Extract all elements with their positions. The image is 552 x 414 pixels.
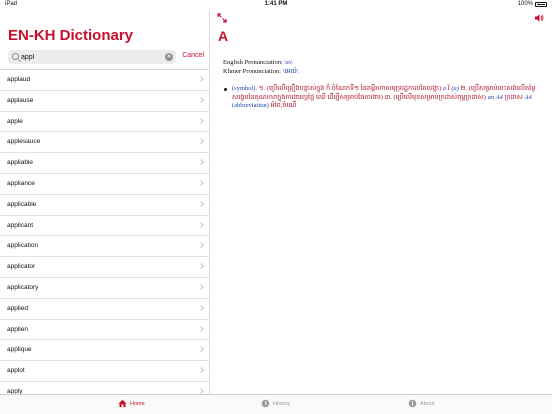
word-label: applicator bbox=[7, 263, 36, 271]
example-text: A4 bbox=[524, 93, 532, 101]
history-icon bbox=[261, 399, 270, 408]
list-item[interactable]: applicator bbox=[0, 256, 209, 277]
word-list-pane: EN-KH Dictionary ✕ Cancel applaud applau… bbox=[0, 10, 210, 394]
word-label: applicable bbox=[7, 200, 37, 208]
chevron-right-icon bbox=[198, 346, 204, 353]
word-label: applied bbox=[7, 304, 28, 312]
app-title: EN-KH Dictionary bbox=[8, 27, 134, 44]
tab-label: Home bbox=[130, 400, 145, 407]
word-label: applique bbox=[7, 346, 32, 354]
abbreviation-tag: (abbreviation) bbox=[232, 102, 269, 109]
list-item[interactable]: applied bbox=[0, 297, 209, 319]
cancel-button[interactable]: Cancel bbox=[182, 52, 204, 59]
english-pronunciation-value: \eɪ\ bbox=[284, 59, 293, 66]
chevron-right-icon bbox=[198, 180, 204, 186]
word-label: applaud bbox=[7, 76, 31, 83]
search-bar: ✕ Cancel bbox=[8, 50, 204, 64]
speaker-icon[interactable] bbox=[534, 13, 544, 23]
example-text: (a) bbox=[451, 85, 459, 92]
expand-icon[interactable] bbox=[217, 13, 227, 23]
definition-text: អំពែ,ចំណើ bbox=[268, 102, 297, 109]
chevron-right-icon bbox=[198, 367, 204, 373]
tab-home[interactable]: Home bbox=[118, 399, 145, 408]
definition-list: (symbol). ១. (ប្រើលើគ្រឿងបន្លាស់ក្នុង ក៏… bbox=[223, 85, 545, 111]
tab-about[interactable]: About bbox=[408, 399, 434, 408]
definition-text: ក្រដាស bbox=[502, 93, 525, 101]
definition-item: (symbol). ១. (ប្រើលើគ្រឿងបន្លាស់ក្នុង ក៏… bbox=[224, 85, 545, 111]
list-item[interactable]: applause bbox=[0, 89, 209, 111]
list-item[interactable]: applien bbox=[0, 318, 209, 340]
home-icon bbox=[118, 399, 127, 408]
chevron-right-icon bbox=[198, 138, 204, 145]
chevron-right-icon bbox=[198, 200, 204, 207]
battery-icon bbox=[535, 1, 547, 7]
list-item[interactable]: applaud bbox=[0, 69, 209, 90]
list-item[interactable]: apple bbox=[0, 110, 209, 132]
status-bar: iPad 1:41 PM 100% bbox=[0, 0, 552, 10]
english-pronunciation: English Pronunciation: \eɪ\ bbox=[223, 59, 545, 67]
list-item[interactable]: applot bbox=[0, 360, 209, 381]
khmer-pronunciation-value: \អេយ៉\ bbox=[282, 68, 299, 75]
chevron-right-icon bbox=[198, 284, 204, 290]
list-item[interactable]: appliable bbox=[0, 152, 209, 173]
search-input[interactable] bbox=[21, 50, 161, 64]
battery-status: 100% bbox=[518, 1, 547, 7]
word-label: apple bbox=[7, 117, 23, 125]
word-label: application bbox=[7, 242, 39, 250]
english-pronunciation-label: English Pronunciation: bbox=[223, 59, 283, 66]
chevron-right-icon bbox=[198, 221, 204, 228]
list-item[interactable]: apply bbox=[0, 380, 209, 394]
chevron-right-icon bbox=[198, 96, 204, 103]
list-item[interactable]: applicant bbox=[0, 214, 209, 236]
list-item[interactable]: appliance bbox=[0, 172, 209, 194]
tab-bar: Home History About bbox=[0, 394, 552, 414]
definition-text: ១. (ប្រើលើគ្រឿងបន្លាស់ក្នុង ក៏ ចំណែកទី១ … bbox=[257, 85, 443, 92]
word-label: applot bbox=[7, 367, 25, 375]
tab-label: About bbox=[420, 400, 435, 407]
chevron-right-icon bbox=[198, 159, 204, 166]
tab-label: History bbox=[273, 400, 291, 407]
chevron-right-icon bbox=[198, 263, 204, 270]
list-item[interactable]: applicable bbox=[0, 193, 209, 215]
info-icon bbox=[408, 399, 417, 408]
khmer-pronunciation: Khmer Pronunciation: \អេយ៉\ bbox=[223, 68, 545, 76]
chevron-right-icon bbox=[198, 325, 204, 332]
headword-title: A bbox=[218, 28, 229, 44]
search-icon bbox=[12, 53, 19, 60]
entry-content: English Pronunciation: \eɪ\ Khmer Pronun… bbox=[223, 59, 545, 111]
word-label: applause bbox=[7, 96, 34, 104]
khmer-pronunciation-label: Khmer Pronunciation: bbox=[223, 68, 281, 75]
word-label: appliable bbox=[7, 159, 34, 167]
search-field-container[interactable]: ✕ bbox=[8, 50, 176, 64]
list-item[interactable]: applicatory bbox=[0, 276, 209, 298]
clock-label: 1:41 PM bbox=[264, 1, 288, 7]
chevron-right-icon bbox=[198, 76, 204, 82]
tab-history[interactable]: History bbox=[261, 399, 290, 408]
list-item[interactable]: applesauce bbox=[0, 131, 209, 152]
part-of-speech: (symbol). bbox=[232, 85, 258, 92]
word-label: appliance bbox=[7, 179, 35, 187]
word-list: applaud applause apple applesauce applia… bbox=[0, 69, 209, 394]
chevron-right-icon bbox=[198, 388, 204, 394]
word-label: applesauce bbox=[7, 138, 41, 146]
word-label: applicant bbox=[7, 221, 34, 229]
list-item[interactable]: applique bbox=[0, 339, 209, 360]
battery-percent: 100% bbox=[517, 1, 533, 7]
chevron-right-icon bbox=[198, 117, 204, 124]
word-label: applien bbox=[7, 325, 28, 333]
chevron-right-icon bbox=[198, 242, 204, 249]
list-item[interactable]: application bbox=[0, 235, 209, 256]
example-text: an A4 bbox=[487, 93, 503, 101]
word-label: applicatory bbox=[7, 283, 39, 291]
chevron-right-icon bbox=[198, 304, 204, 311]
entry-detail-pane: A English Pronunciation: \eɪ\ Khmer Pron… bbox=[211, 10, 552, 394]
clear-icon[interactable]: ✕ bbox=[165, 53, 173, 61]
